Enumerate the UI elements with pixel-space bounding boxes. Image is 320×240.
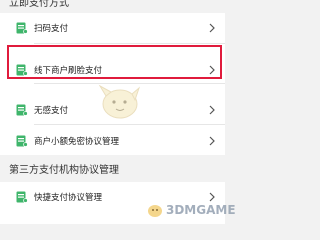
- face-pay-icon: [16, 64, 28, 76]
- list-item-label: 商户小额免密协议管理: [34, 136, 120, 147]
- chevron-right-icon: [209, 136, 215, 145]
- section-header-label: 第三方支付机构协议管理: [9, 164, 119, 176]
- watermark: 3DMGAME: [146, 200, 236, 220]
- section-header-third-party: 第三方支付机构协议管理: [0, 154, 225, 182]
- watermark-text: 3DMGAME: [166, 203, 236, 217]
- list-item-label: 无感支付: [34, 105, 69, 116]
- chevron-right-icon: [209, 105, 215, 114]
- list-item-label: 线下商户刷脸支付: [34, 65, 103, 76]
- divider: [34, 124, 225, 125]
- section-header-label: 立即支付方式: [9, 0, 69, 9]
- quick-pay-agreement-icon: [16, 191, 28, 203]
- scan-pay-icon: [16, 22, 28, 34]
- watermark-logo-icon: [148, 205, 162, 217]
- chevron-right-icon: [209, 23, 215, 32]
- list-item-small-amount-agreement[interactable]: 商户小额免密协议管理: [0, 126, 225, 155]
- chevron-right-icon: [209, 65, 215, 74]
- list-item-label: 扫码支付: [34, 23, 69, 34]
- list-item-scan-pay[interactable]: 扫码支付: [0, 13, 225, 42]
- list-item-label: 快捷支付协议管理: [34, 192, 103, 203]
- small-amount-agreement-icon: [16, 135, 28, 147]
- mascot-watermark-icon: [98, 84, 141, 119]
- sensorless-pay-icon: [16, 104, 28, 116]
- divider: [34, 43, 225, 44]
